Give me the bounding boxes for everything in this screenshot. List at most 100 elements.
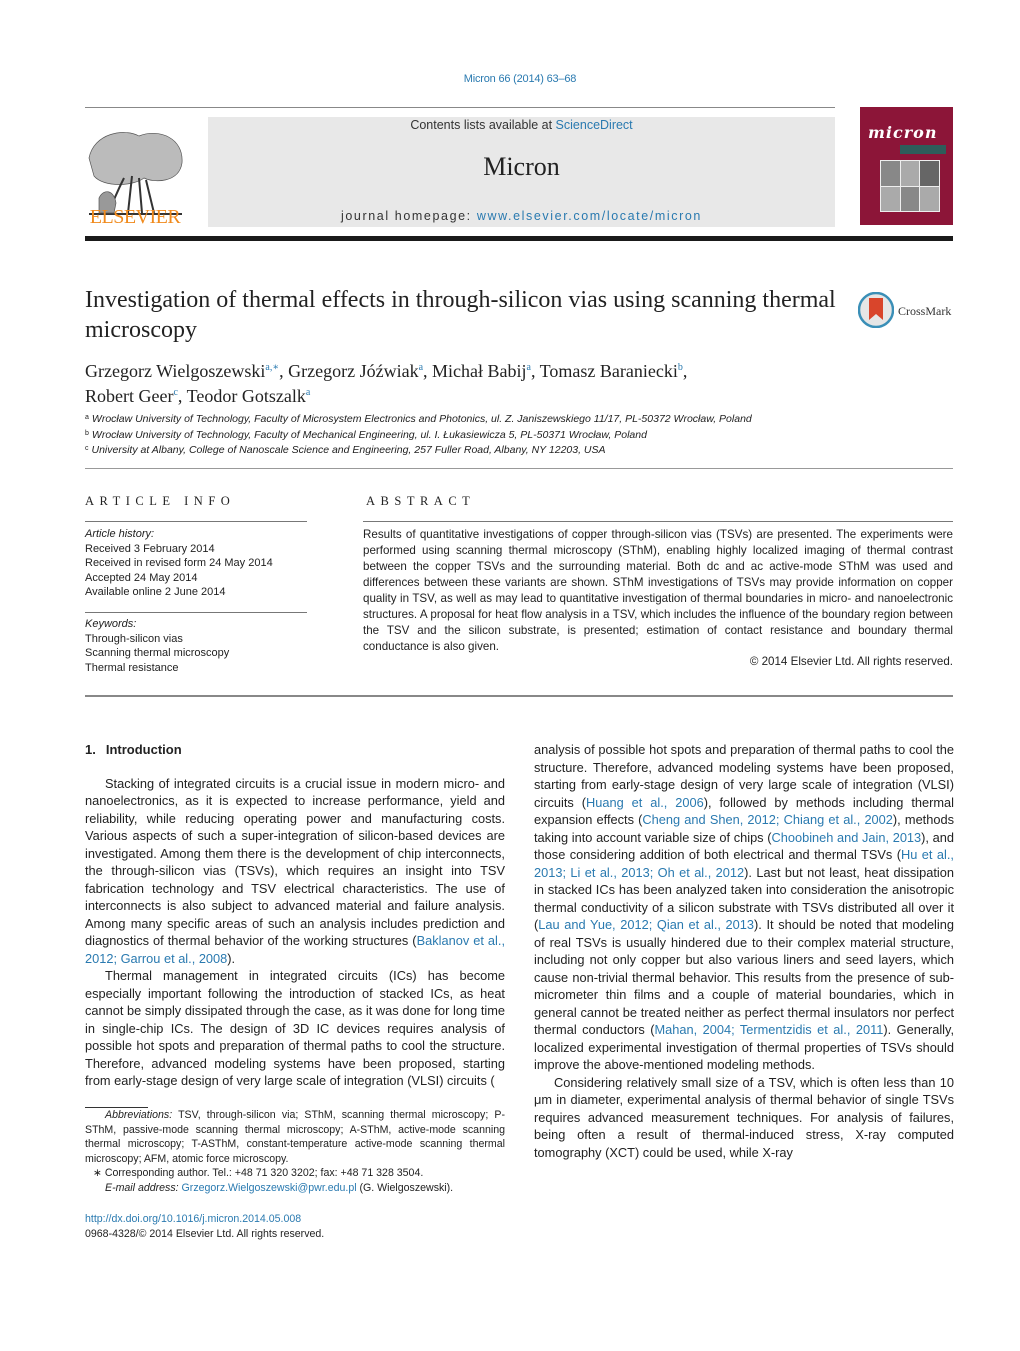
abbreviations-footnote: Abbreviations: TSV, through-silicon via;… <box>85 1108 505 1166</box>
email-suffix: (G. Wielgoszewski). <box>356 1181 454 1194</box>
contents-prefix: Contents lists available at <box>410 118 556 132</box>
article-info-rule <box>85 521 307 522</box>
affiliation-text: Wrocław University of Technology, Facult… <box>91 413 752 425</box>
keywords-rule <box>85 612 307 613</box>
body-separator-rule <box>85 695 953 697</box>
header-rule <box>85 107 835 108</box>
affiliation-key: c <box>85 445 89 452</box>
homepage-line: journal homepage: www.elsevier.com/locat… <box>208 209 835 223</box>
asterisk-icon: ∗ <box>93 1167 102 1179</box>
header-thick-rule <box>85 236 953 241</box>
abstract-copyright: © 2014 Elsevier Ltd. All rights reserved… <box>749 655 953 668</box>
article-history: Article history: Received 3 February 201… <box>85 527 273 600</box>
paragraph-text: ). It should be noted that modeling of r… <box>534 917 954 1037</box>
corresponding-author-footnote: ∗ Corresponding author. Tel.: +48 71 320… <box>85 1166 505 1181</box>
paragraph: Considering relatively small size of a T… <box>534 1074 954 1160</box>
paragraph-text: Thermal management in integrated circuit… <box>85 968 505 1088</box>
journal-name: Micron <box>483 152 560 181</box>
affiliations-rule <box>85 468 953 469</box>
history-label: Article history: <box>85 528 155 540</box>
affiliation-key: a <box>85 414 89 421</box>
paragraph: Stacking of integrated circuits is a cru… <box>85 775 505 968</box>
cover-image <box>881 161 900 186</box>
author-name[interactable]: Teodor Gotszalk <box>187 386 306 406</box>
paragraph-text: ). <box>227 950 236 966</box>
keyword-item: Through-silicon vias <box>85 632 183 645</box>
doi-link[interactable]: http://dx.doi.org/10.1016/j.micron.2014.… <box>85 1212 324 1227</box>
section-title: Introduction <box>105 742 182 757</box>
history-item: Received in revised form 24 May 2014 <box>85 557 273 569</box>
homepage-prefix: journal homepage: <box>341 209 477 223</box>
abstract-text: Results of quantitative investigations o… <box>363 528 953 653</box>
paragraph-continued: analysis of possible hot spots and prepa… <box>534 741 954 1074</box>
crossmark-button[interactable]: CrossMark <box>857 291 958 329</box>
author-name[interactable]: Michał Babij <box>432 361 526 381</box>
journal-homepage-link[interactable]: www.elsevier.com/locate/micron <box>477 209 702 223</box>
sciencedirect-link[interactable]: ScienceDirect <box>556 118 633 132</box>
affiliations: a Wrocław University of Technology, Facul… <box>85 411 955 458</box>
journal-cover-thumbnail[interactable]: micron <box>860 107 953 225</box>
email-label: E-mail address: <box>105 1181 179 1194</box>
citation-link[interactable]: Cheng and Shen, 2012; Chiang et al., 200… <box>642 812 893 827</box>
affiliation-text: Wrocław University of Technology, Facult… <box>91 428 647 441</box>
abstract-heading: ABSTRACT <box>366 494 476 508</box>
section-heading: 1. Introduction <box>85 741 505 759</box>
author-affiliation-marker[interactable]: a <box>306 387 310 398</box>
crossmark-label: CrossMark <box>898 304 952 318</box>
cover-image <box>881 186 900 211</box>
issn-copyright: 0968-4328/© 2014 Elsevier Ltd. All right… <box>85 1228 325 1240</box>
paragraph-text: Stacking of integrated circuits is a cru… <box>85 775 505 949</box>
author-separator: , <box>530 361 540 381</box>
cover-title: micron <box>868 123 938 142</box>
keywords: Keywords: Through-silicon vias Scanning … <box>85 617 229 675</box>
history-item: Received 3 February 2014 <box>85 542 215 555</box>
elsevier-wordmark: ELSEVIER <box>89 206 181 228</box>
doi-block: http://dx.doi.org/10.1016/j.micron.2014.… <box>85 1212 324 1242</box>
affiliation-text: University at Albany, College of Nanosca… <box>91 444 606 456</box>
author-list: Grzegorz Wielgoszewskia,∗, Grzegorz Jóźw… <box>85 357 955 407</box>
body-column-left: 1. Introduction Stacking of integrated ci… <box>85 741 505 1090</box>
cover-image <box>920 186 939 211</box>
footnotes: Abbreviations: TSV, through-silicon via;… <box>85 1108 505 1195</box>
citation-link[interactable]: Choobineh and Jain, 2013 <box>771 830 921 845</box>
affiliation-key: b <box>85 429 89 437</box>
citation-link[interactable]: Lau and Yue, 2012; Qian et al., 2013 <box>538 917 754 932</box>
author-name[interactable]: Robert Geer <box>85 386 173 406</box>
author-separator: , <box>682 361 688 381</box>
crossmark-icon <box>857 291 895 329</box>
journal-banner: Contents lists available at ScienceDirec… <box>208 117 835 227</box>
affiliation-item: a Wrocław University of Technology, Facul… <box>85 411 955 427</box>
body-column-right: analysis of possible hot spots and prepa… <box>534 741 954 1161</box>
section-number: 1. <box>85 742 96 757</box>
corresponding-author-text: Corresponding author. Tel.: +48 71 320 3… <box>101 1167 424 1179</box>
paragraph: Thermal management in integrated circuit… <box>85 967 505 1090</box>
affiliation-item: b Wrocław University of Technology, Facul… <box>85 427 955 443</box>
citation-link[interactable]: Mahan, 2004; Termentzidis et al., 2011 <box>654 1022 883 1037</box>
article-info-heading: ARTICLE INFO <box>85 494 236 508</box>
cover-image <box>900 186 920 211</box>
author-name[interactable]: Grzegorz Wielgoszewski <box>85 361 265 381</box>
journal-citation-link[interactable]: Micron 66 (2014) 63–68 <box>0 73 1020 85</box>
author-separator: , <box>423 361 433 381</box>
author-affiliation-marker[interactable]: a,∗ <box>265 362 279 373</box>
author-name[interactable]: Grzegorz Jóźwiak <box>288 361 418 381</box>
cover-image <box>900 161 920 186</box>
cover-image-grid <box>880 160 940 212</box>
cover-band <box>900 145 946 154</box>
keywords-label: Keywords: <box>85 618 137 630</box>
abstract-rule <box>363 521 953 522</box>
cover-image <box>920 161 939 186</box>
author-name[interactable]: Tomasz Baraniecki <box>540 361 678 381</box>
email-footnote: E-mail address: Grzegorz.Wielgoszewski@p… <box>85 1181 505 1196</box>
citation-link[interactable]: Huang et al., 2006 <box>586 795 704 810</box>
abbreviations-label: Abbreviations: <box>105 1109 173 1121</box>
email-link[interactable]: Grzegorz.Wielgoszewski@pwr.edu.pl <box>182 1182 357 1194</box>
keyword-item: Thermal resistance <box>85 661 179 674</box>
article-title: Investigation of thermal effects in thro… <box>85 287 836 343</box>
author-separator: , <box>177 386 187 406</box>
author-separator: , <box>279 361 289 381</box>
contents-line: Contents lists available at ScienceDirec… <box>208 118 835 132</box>
history-item: Available online 2 June 2014 <box>85 586 226 598</box>
history-item: Accepted 24 May 2014 <box>85 571 198 584</box>
affiliation-item: c University at Albany, College of Nanosc… <box>85 442 955 458</box>
